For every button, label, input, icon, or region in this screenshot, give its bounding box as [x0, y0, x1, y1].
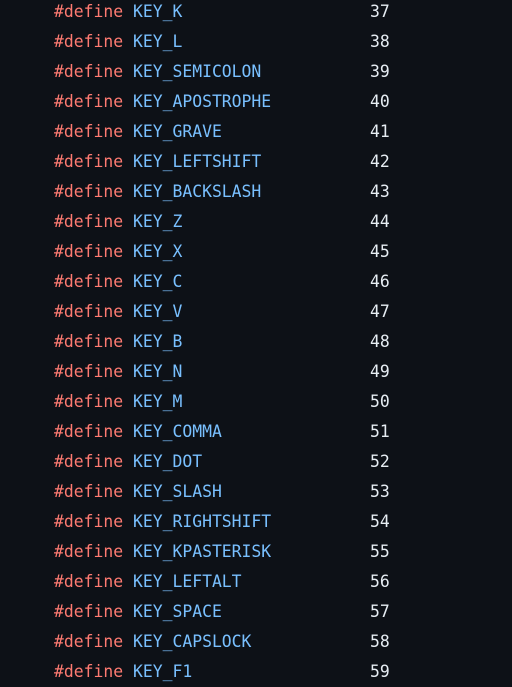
code-line: #define KEY_X 45	[0, 237, 512, 267]
code-line: #define KEY_APOSTROPHE 40	[0, 87, 512, 117]
macro-value: 46	[370, 272, 390, 291]
define-keyword: #define	[54, 362, 124, 381]
macro-name: KEY_SEMICOLON	[133, 62, 262, 81]
macro-name: KEY_K	[133, 2, 183, 21]
code-line: #define KEY_RIGHTSHIFT 54	[0, 507, 512, 537]
macro-name: KEY_APOSTROPHE	[133, 92, 272, 111]
code-line: #define KEY_SLASH 53	[0, 477, 512, 507]
macro-value: 43	[370, 182, 390, 201]
macro-name: KEY_BACKSLASH	[133, 182, 262, 201]
code-line: #define KEY_V 47	[0, 297, 512, 327]
macro-name: KEY_F1	[133, 662, 193, 681]
macro-value: 48	[370, 332, 390, 351]
macro-name: KEY_GRAVE	[133, 122, 222, 141]
macro-name: KEY_COMMA	[133, 422, 222, 441]
macro-value: 56	[370, 572, 390, 591]
macro-value: 59	[370, 662, 390, 681]
macro-name: KEY_LEFTALT	[133, 572, 242, 591]
macro-value: 52	[370, 452, 390, 471]
code-line: #define KEY_C 46	[0, 267, 512, 297]
define-keyword: #define	[54, 182, 124, 201]
macro-name: KEY_LEFTSHIFT	[133, 152, 262, 171]
macro-value: 55	[370, 542, 390, 561]
macro-value: 47	[370, 302, 390, 321]
code-line: #define KEY_N 49	[0, 357, 512, 387]
define-keyword: #define	[54, 332, 124, 351]
macro-value: 58	[370, 632, 390, 651]
code-line: #define KEY_BACKSLASH 43	[0, 177, 512, 207]
macro-value: 41	[370, 122, 390, 141]
macro-name: KEY_L	[133, 32, 183, 51]
define-keyword: #define	[54, 302, 124, 321]
define-keyword: #define	[54, 452, 124, 471]
define-keyword: #define	[54, 602, 124, 621]
define-keyword: #define	[54, 242, 124, 261]
code-line: #define KEY_SEMICOLON 39	[0, 57, 512, 87]
define-keyword: #define	[54, 152, 124, 171]
macro-name: KEY_C	[133, 272, 183, 291]
macro-value: 44	[370, 212, 390, 231]
code-line: #define KEY_KPASTERISK 55	[0, 537, 512, 567]
macro-value: 54	[370, 512, 390, 531]
macro-value: 42	[370, 152, 390, 171]
define-keyword: #define	[54, 572, 124, 591]
macro-value: 45	[370, 242, 390, 261]
define-keyword: #define	[54, 122, 124, 141]
macro-value: 50	[370, 392, 390, 411]
macro-name: KEY_X	[133, 242, 183, 261]
code-line: #define KEY_LEFTALT 56	[0, 567, 512, 597]
macro-name: KEY_RIGHTSHIFT	[133, 512, 272, 531]
code-line: #define KEY_K 37	[0, 0, 512, 27]
macro-value: 51	[370, 422, 390, 441]
macro-name: KEY_DOT	[133, 452, 203, 471]
macro-value: 37	[370, 2, 390, 21]
define-keyword: #define	[54, 632, 124, 651]
macro-value: 38	[370, 32, 390, 51]
define-keyword: #define	[54, 482, 124, 501]
define-keyword: #define	[54, 662, 124, 681]
code-line: #define KEY_SPACE 57	[0, 597, 512, 627]
define-keyword: #define	[54, 512, 124, 531]
macro-name: KEY_N	[133, 362, 183, 381]
code-line: #define KEY_Z 44	[0, 207, 512, 237]
macro-name: KEY_B	[133, 332, 183, 351]
code-line: #define KEY_LEFTSHIFT 42	[0, 147, 512, 177]
define-keyword: #define	[54, 422, 124, 441]
define-keyword: #define	[54, 272, 124, 291]
code-line: #define KEY_COMMA 51	[0, 417, 512, 447]
macro-name: KEY_V	[133, 302, 183, 321]
macro-name: KEY_KPASTERISK	[133, 542, 272, 561]
define-keyword: #define	[54, 32, 124, 51]
macro-name: KEY_SLASH	[133, 482, 222, 501]
code-line: #define KEY_CAPSLOCK 58	[0, 627, 512, 657]
define-keyword: #define	[54, 542, 124, 561]
define-keyword: #define	[54, 92, 124, 111]
code-line: #define KEY_L 38	[0, 27, 512, 57]
macro-name: KEY_Z	[133, 212, 183, 231]
macro-name: KEY_SPACE	[133, 602, 222, 621]
macro-value: 53	[370, 482, 390, 501]
code-line: #define KEY_B 48	[0, 327, 512, 357]
define-keyword: #define	[54, 212, 124, 231]
define-keyword: #define	[54, 2, 124, 21]
macro-name: KEY_CAPSLOCK	[133, 632, 252, 651]
define-keyword: #define	[54, 392, 124, 411]
code-line: #define KEY_DOT 52	[0, 447, 512, 477]
macro-value: 57	[370, 602, 390, 621]
macro-value: 49	[370, 362, 390, 381]
macro-value: 40	[370, 92, 390, 111]
macro-value: 39	[370, 62, 390, 81]
code-line: #define KEY_F1 59	[0, 657, 512, 687]
code-line: #define KEY_GRAVE 41	[0, 117, 512, 147]
define-keyword: #define	[54, 62, 124, 81]
code-view: #define KEY_K 37 #define KEY_L 38 #define KEY_S…	[0, 0, 512, 687]
code-line: #define KEY_M 50	[0, 387, 512, 417]
macro-name: KEY_M	[133, 392, 183, 411]
